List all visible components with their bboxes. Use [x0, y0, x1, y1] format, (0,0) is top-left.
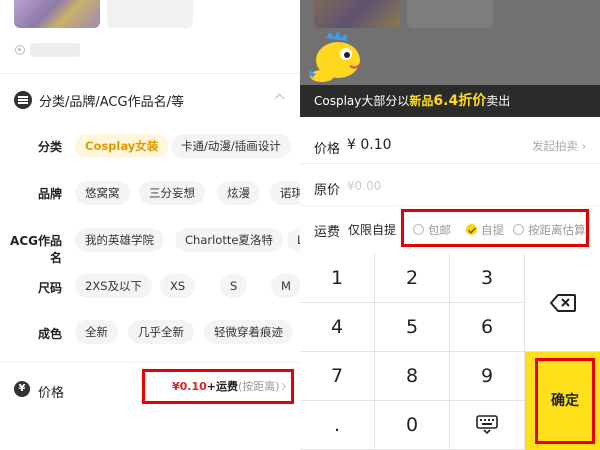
- radio-self-pickup[interactable]: 自提: [466, 222, 504, 238]
- original-price-label: 原价: [314, 183, 341, 198]
- radio-checked-icon: [466, 224, 477, 235]
- chip-size-m[interactable]: M: [271, 274, 300, 298]
- promo-banner: Cosplay大部分以新品6.4折价卖出: [300, 85, 600, 117]
- row-label-category: 分类: [38, 140, 63, 154]
- key-5[interactable]: 5: [375, 303, 450, 352]
- key-6[interactable]: 6: [450, 303, 525, 352]
- price-input[interactable]: ¥ 0.10: [347, 137, 392, 153]
- key-2[interactable]: 2: [375, 254, 450, 303]
- chip-brand-4[interactable]: 诺琪: [270, 181, 300, 205]
- row-label-brand: 品牌: [38, 187, 63, 201]
- row-label-acg: ACG作品名: [10, 234, 62, 265]
- shipping-label: 运费: [314, 225, 341, 240]
- radio-free-shipping[interactable]: 包邮: [413, 222, 451, 238]
- radio-label: 按距离估算: [528, 223, 586, 237]
- location-text-blurred: [30, 43, 80, 57]
- radio-circle-icon: [513, 224, 524, 235]
- chip-size-2xs[interactable]: 2XS及以下: [75, 274, 152, 298]
- key-9[interactable]: 9: [450, 352, 525, 401]
- key-7[interactable]: 7: [300, 352, 375, 401]
- listing-thumbnail-placeholder-dimmed: [407, 0, 493, 28]
- key-0[interactable]: 0: [375, 401, 450, 450]
- filter-panel: 分类/品牌/ACG作品名/等 分类 Cosplay女装 卡通/动漫/插画设计 品…: [0, 0, 300, 450]
- location-icon: [15, 45, 25, 55]
- radio-distance-estimate[interactable]: 按距离估算: [513, 222, 586, 238]
- backspace-icon: [549, 294, 576, 312]
- promo-highlight-new: 新品: [409, 94, 434, 108]
- key-backspace[interactable]: [525, 254, 600, 352]
- divider: [0, 362, 300, 363]
- confirm-button-label: 确定: [535, 358, 595, 444]
- price-row-label: 价格: [38, 386, 65, 401]
- chip-condition-almost-new[interactable]: 几乎全新: [128, 320, 194, 344]
- chip-condition-slight-wear[interactable]: 轻微穿着痕迹: [204, 320, 293, 344]
- numeric-keypad: 1 2 3 4 5 6 7 8 9 . 0 确定: [300, 254, 600, 450]
- price-summary-shipping-note: (按距离): [238, 380, 280, 393]
- price-summary-value: ¥0.10: [172, 380, 207, 393]
- price-summary-shipping: +运费: [206, 380, 239, 393]
- chip-acg-3[interactable]: L: [287, 228, 300, 252]
- chip-brand-3[interactable]: 炫漫: [217, 181, 260, 205]
- chevron-up-icon[interactable]: [274, 93, 285, 104]
- start-auction-link[interactable]: 发起拍卖 ›: [532, 138, 586, 154]
- price-input-sheet: Cosplay大部分以新品6.4折价卖出 价格 ¥ 0.10 发起拍卖 › 原价…: [300, 0, 600, 450]
- radio-label: 自提: [481, 223, 504, 237]
- filter-icon: [14, 91, 32, 109]
- key-3[interactable]: 3: [450, 254, 525, 303]
- promo-text-suffix: 卖出: [486, 94, 511, 108]
- key-4[interactable]: 4: [300, 303, 375, 352]
- original-price-input[interactable]: ¥0.00: [347, 179, 381, 193]
- key-8[interactable]: 8: [375, 352, 450, 401]
- chip-size-xs[interactable]: XS: [160, 274, 196, 298]
- row-label-size: 尺码: [38, 281, 63, 295]
- chip-category-cosplay[interactable]: Cosplay女装: [75, 134, 169, 158]
- shipping-options-group: 包邮 自提 按距离估算: [401, 209, 589, 247]
- key-hide-keyboard[interactable]: [450, 401, 525, 450]
- chip-brand-2[interactable]: 三分妄想: [139, 181, 205, 205]
- shipping-pickup-only-text: 仅限自提: [348, 223, 397, 237]
- yuan-icon: ¥: [14, 381, 30, 397]
- keyboard-hide-icon: [476, 415, 498, 435]
- chip-acg-1[interactable]: 我的英雄学院: [75, 228, 164, 252]
- chip-size-s[interactable]: S: [220, 274, 248, 298]
- chip-brand-1[interactable]: 悠窝窝: [75, 181, 130, 205]
- mascot-fish-icon: [308, 31, 361, 82]
- price-summary-button[interactable]: ¥0.10+运费(按距离): [142, 369, 294, 404]
- row-label-condition: 成色: [38, 327, 63, 341]
- price-label: 价格: [314, 142, 341, 157]
- promo-text-prefix: Cosplay大部分以: [314, 94, 410, 108]
- chip-acg-2[interactable]: Charlotte夏洛特: [175, 228, 283, 252]
- promo-highlight-discount: 6.4折价: [433, 93, 487, 109]
- listing-thumbnail-dimmed: [314, 0, 400, 28]
- filter-section-title[interactable]: 分类/品牌/ACG作品名/等: [39, 91, 184, 110]
- key-1[interactable]: 1: [300, 254, 375, 303]
- chip-condition-new[interactable]: 全新: [75, 320, 118, 344]
- listing-thumbnail-placeholder[interactable]: [107, 0, 193, 28]
- listing-thumbnail[interactable]: [14, 0, 100, 28]
- chevron-right-icon: [278, 382, 287, 391]
- key-dot[interactable]: .: [300, 401, 375, 450]
- divider: [300, 163, 600, 164]
- radio-label: 包邮: [428, 223, 451, 237]
- chip-category-cartoon[interactable]: 卡通/动漫/插画设计: [171, 134, 291, 158]
- divider: [0, 73, 300, 74]
- confirm-button[interactable]: 确定: [525, 352, 600, 450]
- radio-circle-icon: [413, 224, 424, 235]
- divider: [300, 205, 600, 206]
